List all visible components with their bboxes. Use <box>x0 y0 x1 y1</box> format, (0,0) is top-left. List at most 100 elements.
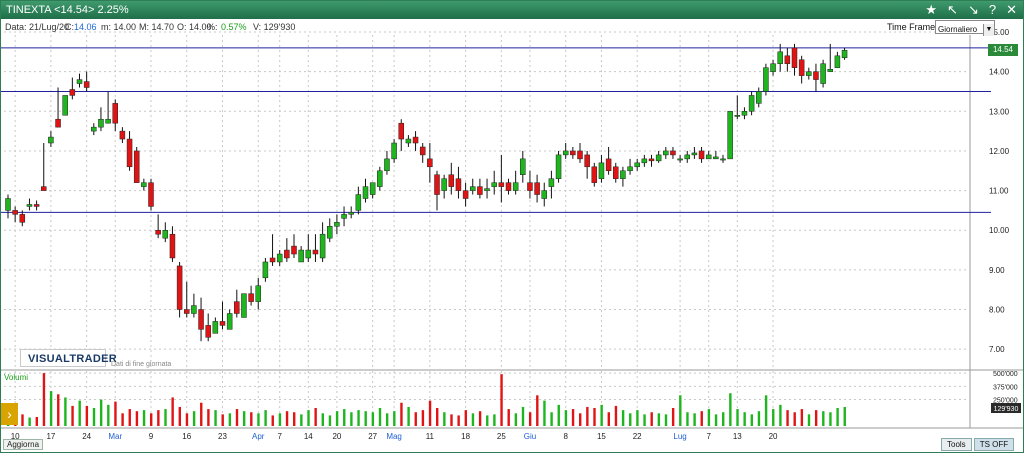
candle-body <box>41 186 47 191</box>
update-button[interactable]: Aggiorna <box>3 439 44 450</box>
candle-body <box>441 178 447 191</box>
volume-bar <box>671 408 675 426</box>
volume-bar <box>593 408 596 426</box>
volume-bar <box>443 412 446 426</box>
time-tick-label: Giu <box>524 432 536 441</box>
time-tick-label: 25 <box>497 432 506 441</box>
volume-bar <box>271 415 274 426</box>
candle-body <box>69 89 76 96</box>
candle-body <box>727 111 733 160</box>
candle-body <box>627 166 633 172</box>
volume-bar <box>157 410 160 426</box>
volume-bar <box>829 412 832 426</box>
volume-bar <box>507 409 510 426</box>
time-tick-label: 15 <box>597 432 606 441</box>
arrow-nw-icon[interactable]: ↖ <box>947 2 958 18</box>
ts-toggle-button[interactable]: TS OFF <box>973 438 1015 451</box>
volume-bar <box>571 409 575 426</box>
candle-body <box>205 325 211 338</box>
brand-logo: VISUALTRADER <box>20 349 117 367</box>
candle-body <box>520 158 526 175</box>
volume-bar <box>579 413 582 426</box>
candle-body <box>470 186 476 191</box>
star-icon[interactable]: ★ <box>925 2 937 18</box>
volume-bar <box>407 406 410 426</box>
help-icon[interactable]: ? <box>989 2 996 18</box>
candle-body <box>198 309 204 330</box>
volume-bar <box>142 410 146 426</box>
candle-body <box>613 166 619 179</box>
time-tick-label: 16 <box>182 432 191 441</box>
volume-bar <box>42 373 46 426</box>
candle-body <box>705 154 712 160</box>
candle-body <box>584 154 590 168</box>
candle-body <box>562 150 569 156</box>
chevron-down-icon[interactable]: ▼ <box>983 24 994 36</box>
info-min: m: 14.00 <box>101 22 137 32</box>
candle-body <box>219 321 226 326</box>
candle-body <box>498 182 505 187</box>
candle-body <box>327 226 333 239</box>
price-tick-label: 8.00 <box>989 306 1005 315</box>
candle-body <box>484 188 490 191</box>
volume-bar <box>335 411 339 426</box>
volume-bar <box>49 391 53 426</box>
candle-body <box>126 138 133 168</box>
time-tick-label: 9 <box>149 432 154 441</box>
volume-bar <box>314 408 317 426</box>
volume-bar <box>421 410 425 426</box>
volume-bar <box>693 413 696 426</box>
candle-body <box>455 178 462 191</box>
timeframe-select[interactable]: Giornaliero ▼ <box>935 20 995 36</box>
volume-bar <box>85 405 89 426</box>
volume-bar <box>364 411 367 426</box>
volume-bar <box>121 413 124 426</box>
volume-tick-label: 500'000 <box>993 371 1018 378</box>
candle-body <box>798 59 805 76</box>
volume-bar <box>393 411 396 426</box>
candle-body <box>577 150 583 160</box>
price-tick-label: 9.00 <box>989 266 1005 275</box>
volume-bar <box>457 415 460 426</box>
candle-body <box>398 122 404 140</box>
volume-bar <box>657 413 661 426</box>
candle-body <box>777 51 783 64</box>
app-window: 7.00 8.00 9.00 10.00 11.00 12.00 13.00 14.00 15.… <box>0 0 1024 453</box>
candle-body <box>305 249 312 259</box>
last-price-tag: 14.54 <box>988 44 1018 56</box>
chevron-right-icon[interactable]: › <box>1 403 18 425</box>
volume-bar <box>471 413 475 426</box>
info-close-value: 14.06 <box>74 22 97 32</box>
volume-bar <box>621 410 625 426</box>
candle-body <box>713 156 719 160</box>
candle-body <box>477 186 483 195</box>
candle-body <box>820 63 826 84</box>
volume-bar <box>478 411 482 426</box>
time-tick-label: 20 <box>332 432 341 441</box>
volume-bar <box>57 394 60 426</box>
volume-bar <box>614 405 618 426</box>
candle-body <box>462 190 469 199</box>
candle-body <box>98 118 104 128</box>
candle-body <box>720 158 726 161</box>
volume-bar <box>21 414 24 426</box>
volume-bar <box>514 413 518 426</box>
candle-body <box>133 150 140 183</box>
volume-bar <box>128 409 131 426</box>
candle-body <box>169 233 176 259</box>
candle-body <box>262 261 269 279</box>
candle-body <box>55 118 61 128</box>
volume-bar <box>836 408 839 426</box>
time-tick-label: Lug <box>673 432 686 441</box>
volume-bar <box>757 411 761 426</box>
candle-body <box>284 249 290 259</box>
price-tick-label: 14.00 <box>989 68 1010 77</box>
candle-body <box>734 115 741 117</box>
volume-bar <box>257 413 260 426</box>
time-tick-label: 8 <box>563 432 568 441</box>
volume-bar <box>500 374 503 426</box>
volume-bar <box>700 411 703 426</box>
tools-button[interactable]: Tools <box>941 438 972 451</box>
close-icon[interactable]: ✕ <box>1006 2 1017 18</box>
arrow-se-icon[interactable]: ↘ <box>968 2 979 18</box>
